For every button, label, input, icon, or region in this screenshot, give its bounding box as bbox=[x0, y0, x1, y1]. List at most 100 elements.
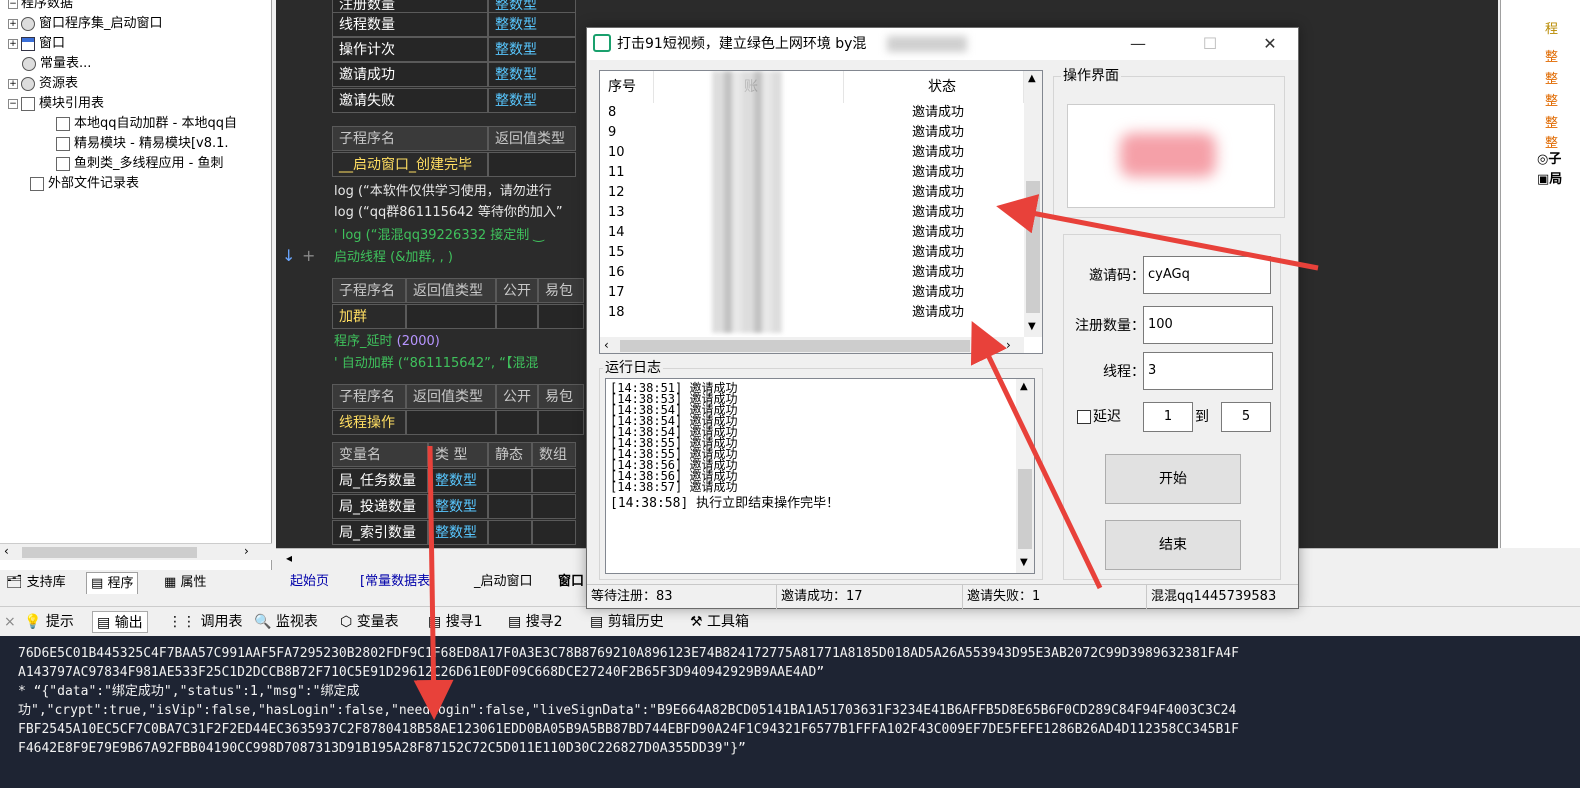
list-row[interactable]: 17 邀请成功 bbox=[600, 283, 1026, 303]
local-var-name[interactable]: 局_任务数量 bbox=[332, 468, 428, 493]
expand-icon[interactable]: + bbox=[8, 18, 18, 29]
code-line-comment[interactable]: ' log (“混混qq39226332 接定制 ‿ bbox=[334, 226, 544, 246]
list-row[interactable]: 15 邀请成功 bbox=[600, 243, 1026, 263]
scroll-left-icon[interactable]: ‹ bbox=[4, 544, 9, 558]
tree-item-constants[interactable]: 常量表... bbox=[22, 54, 91, 74]
empty-cell[interactable] bbox=[488, 152, 576, 177]
window-titlebar[interactable]: 打击91短视频，建立绿色上网环境 by混 — ☐ ✕ bbox=[587, 28, 1298, 60]
sub-name-join-group[interactable]: 加群 bbox=[332, 304, 406, 329]
panel-close-icon[interactable]: × bbox=[0, 611, 20, 633]
local-var-name[interactable]: 局_索引数量 bbox=[332, 520, 428, 545]
start-button[interactable]: 开始 bbox=[1105, 454, 1241, 504]
delay-from-input[interactable]: 1 bbox=[1143, 402, 1193, 432]
empty-cell[interactable] bbox=[532, 468, 576, 493]
scroll-left-icon[interactable]: ◂ bbox=[286, 551, 292, 565]
var-type-cell[interactable]: 整数型 bbox=[488, 12, 576, 37]
sub-name-create-done[interactable]: __启动窗口_创建完毕 bbox=[332, 152, 488, 177]
tree-item-window[interactable]: + 窗口 bbox=[8, 34, 65, 54]
account-list[interactable]: 序号 账 状态 8邀请成功 9邀请成功 10邀请成功 11邀请成功 12邀请成功… bbox=[599, 70, 1043, 354]
scrollbar-thumb[interactable] bbox=[620, 340, 970, 352]
scroll-up-icon[interactable]: ▲ bbox=[1020, 381, 1028, 392]
tab-call-stack[interactable]: ⋮⋮ 调用表 bbox=[164, 611, 246, 633]
tab-program[interactable]: ▤ 程序 bbox=[86, 572, 139, 594]
list-horizontal-scrollbar[interactable]: ‹ › bbox=[600, 337, 1024, 353]
scroll-up-icon[interactable]: ▲ bbox=[1028, 73, 1036, 84]
empty-cell[interactable] bbox=[488, 520, 532, 545]
tab-search-1[interactable]: ▤ 搜寻1 bbox=[424, 611, 487, 633]
var-type-cell[interactable]: 整数型 bbox=[488, 37, 576, 62]
list-row[interactable]: 9 邀请成功 bbox=[600, 123, 1026, 143]
tree-item-window-assembly[interactable]: + 窗口程序集_启动窗口 bbox=[8, 14, 163, 34]
tab-output[interactable]: ▤ 输出 bbox=[92, 611, 148, 633]
scroll-down-icon[interactable]: ▼ bbox=[1020, 557, 1028, 568]
code-line-delay[interactable]: 程序_延时 (2000) bbox=[334, 332, 440, 352]
tree-item-module-autojoin[interactable]: 本地qq自动加群 - 本地qq自 bbox=[56, 114, 237, 134]
code-line-log-1[interactable]: log (“本软件仅供学习使用，请勿进行 bbox=[334, 182, 552, 202]
sub-name-thread-op[interactable]: 线程操作 bbox=[332, 410, 406, 435]
col-header-index[interactable]: 序号 bbox=[600, 71, 654, 103]
tab-variables[interactable]: ⬡ 变量表 bbox=[336, 611, 403, 633]
tab-search-2[interactable]: ▤ 搜寻2 bbox=[504, 611, 567, 633]
tree-item-resources[interactable]: + 资源表 bbox=[8, 74, 78, 94]
tree-item-module-jingyi[interactable]: 精易模块 - 精易模块[v8.1. bbox=[56, 134, 229, 154]
empty-cell[interactable] bbox=[488, 468, 532, 493]
var-name-cell[interactable]: 线程数量 bbox=[332, 12, 488, 37]
empty-cell[interactable] bbox=[532, 520, 576, 545]
var-name-cell[interactable]: 操作计次 bbox=[332, 37, 488, 62]
tab-properties[interactable]: ▦ 属性 bbox=[160, 572, 210, 594]
scrollbar-thumb[interactable] bbox=[1018, 469, 1032, 549]
expand-plus-icon[interactable]: + bbox=[302, 246, 315, 265]
local-var-type[interactable]: 整数型 bbox=[428, 494, 488, 519]
empty-cell[interactable] bbox=[538, 410, 584, 435]
strip-item-sub[interactable]: ◎子 bbox=[1537, 150, 1561, 170]
tab-clipboard-history[interactable]: ▤ 剪辑历史 bbox=[586, 611, 668, 633]
empty-cell[interactable] bbox=[406, 410, 496, 435]
empty-cell[interactable] bbox=[538, 304, 584, 329]
tab-hint[interactable]: 💡 提示 bbox=[20, 611, 78, 633]
scrollbar-thumb[interactable] bbox=[1026, 181, 1040, 313]
tab-watch[interactable]: 🔍 监视表 bbox=[250, 611, 322, 633]
list-row[interactable]: 12 邀请成功 bbox=[600, 183, 1026, 203]
code-line-log-2[interactable]: log (“qq群861115642 等待你的加入” bbox=[334, 203, 563, 223]
delay-to-input[interactable]: 5 bbox=[1221, 402, 1271, 432]
strip-item[interactable]: 整 bbox=[1545, 92, 1558, 112]
col-header-status[interactable]: 状态 bbox=[844, 71, 1024, 103]
local-var-type[interactable]: 整数型 bbox=[428, 520, 488, 545]
var-type-cell[interactable]: 整数型 bbox=[488, 62, 576, 87]
expand-icon[interactable]: + bbox=[8, 78, 18, 89]
run-log[interactable]: [14:38:51] 邀请成功 [14:38:53] 邀请成功 [14:38:5… bbox=[605, 378, 1035, 574]
tab-start-page[interactable]: 起始页 bbox=[282, 572, 337, 592]
tab-startup-window[interactable]: _启动窗口 bbox=[466, 572, 541, 592]
strip-item[interactable]: 整 bbox=[1545, 48, 1558, 68]
strip-item[interactable]: 整 bbox=[1545, 70, 1558, 90]
list-row[interactable]: 8 邀请成功 bbox=[600, 103, 1026, 123]
collapse-icon[interactable]: − bbox=[8, 98, 18, 109]
local-var-type[interactable]: 整数型 bbox=[428, 468, 488, 493]
list-row[interactable]: 11 邀请成功 bbox=[600, 163, 1026, 183]
list-vertical-scrollbar[interactable]: ▲ ▼ bbox=[1024, 71, 1042, 337]
strip-item[interactable]: 程 bbox=[1545, 20, 1558, 40]
scrollbar-thumb[interactable] bbox=[22, 547, 197, 558]
tree-item-module-yuci[interactable]: 鱼刺类_多线程应用 - 鱼刺 bbox=[56, 154, 223, 174]
empty-cell[interactable] bbox=[488, 494, 532, 519]
scroll-right-icon[interactable]: › bbox=[1006, 338, 1011, 352]
strip-item[interactable]: 整 bbox=[1545, 114, 1558, 134]
tab-toolbox[interactable]: ⚒ 工具箱 bbox=[686, 611, 753, 633]
tab-support-library[interactable]: 🗂 支持库 bbox=[2, 572, 70, 594]
code-line-start-thread[interactable]: 启动线程 (&加群, , ) bbox=[334, 248, 453, 268]
code-line-comment-autojoin[interactable]: ' 自动加群 (“861115642”, “【混混 bbox=[334, 354, 538, 374]
tree-item-module-refs[interactable]: − 模块引用表 bbox=[8, 94, 104, 114]
output-console[interactable]: 76D6E5C01B445325C4F7BAA57C991AAF5FA72952… bbox=[0, 636, 1580, 788]
thread-input[interactable]: 3 bbox=[1143, 352, 1273, 390]
close-button[interactable]: ✕ bbox=[1247, 28, 1293, 60]
empty-cell[interactable] bbox=[496, 304, 538, 329]
tab-constants[interactable]: [常量数据表] bbox=[352, 572, 443, 592]
scroll-down-icon[interactable]: ▼ bbox=[1028, 321, 1036, 332]
list-row[interactable]: 13 邀请成功 bbox=[600, 203, 1026, 223]
empty-cell[interactable] bbox=[496, 410, 538, 435]
register-count-input[interactable]: 100 bbox=[1143, 306, 1273, 344]
collapse-icon[interactable]: − bbox=[8, 0, 18, 9]
strip-item-local[interactable]: ▣局 bbox=[1537, 170, 1562, 190]
list-row[interactable]: 16 邀请成功 bbox=[600, 263, 1026, 283]
expand-icon[interactable]: + bbox=[8, 38, 18, 49]
